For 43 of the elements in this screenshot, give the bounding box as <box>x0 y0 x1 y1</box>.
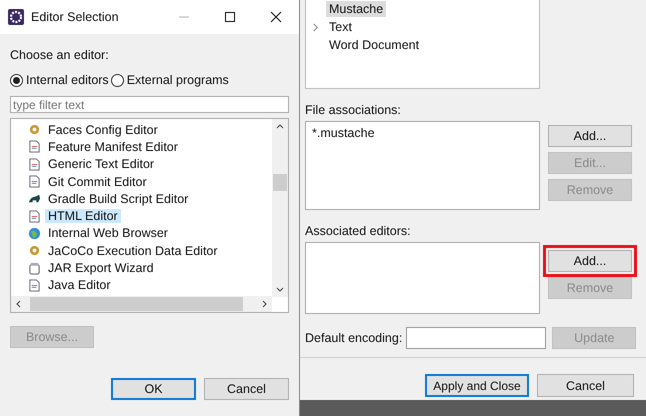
associated-editors-label: Associated editors: <box>305 224 412 238</box>
radio-option[interactable]: External programs <box>110 73 229 87</box>
editor-item[interactable]: JAR Export Wizard <box>45 261 157 276</box>
editor-item[interactable]: Generic Text Editor <box>45 157 158 172</box>
document-icon <box>28 278 41 292</box>
maximize-icon[interactable] <box>224 11 236 23</box>
prompt-label: Choose an editor: <box>10 48 110 62</box>
window-title: Editor Selection <box>31 10 120 24</box>
content-type-item[interactable]: Word Document <box>326 37 422 53</box>
content-type-item[interactable]: Text <box>326 19 355 35</box>
app-icon <box>8 9 24 25</box>
horizontal-scrollbar[interactable] <box>11 296 272 312</box>
editor-item[interactable]: HTML Editor <box>45 209 121 224</box>
document-icon <box>28 158 41 171</box>
jar-icon <box>28 262 41 275</box>
file-association-button[interactable]: Add... <box>548 125 632 147</box>
file-associations-label: File associations: <box>305 103 402 117</box>
expand-icon[interactable] <box>312 22 319 32</box>
editor-item[interactable]: Feature Manifest Editor <box>45 140 181 154</box>
document-icon <box>28 140 41 154</box>
default-encoding-label: Default encoding: <box>305 331 402 345</box>
filter-field[interactable]: type filter text <box>10 96 289 113</box>
editor-item[interactable]: JaCoCo Execution Data Editor <box>45 244 221 258</box>
editor-item[interactable]: Faces Config Editor <box>45 122 161 137</box>
content-type-item[interactable]: Mustache <box>326 1 386 17</box>
file-association-item[interactable]: *.mustache <box>312 126 533 140</box>
vertical-scrollbar[interactable] <box>272 119 288 297</box>
encoding-field[interactable] <box>406 327 546 349</box>
document-icon <box>28 175 41 188</box>
editor-item[interactable]: Internal Web Browser <box>45 226 171 240</box>
scroll-thumb[interactable] <box>273 174 287 191</box>
dialog-button[interactable]: OK <box>111 378 196 400</box>
document-icon <box>28 210 41 223</box>
editor-item[interactable]: Git Commit Editor <box>45 174 150 189</box>
footer-button[interactable]: Apply and Close <box>425 374 529 397</box>
footer-button[interactable]: Cancel <box>537 374 634 397</box>
radio-option[interactable]: Internal editors <box>10 73 109 87</box>
close-icon[interactable] <box>270 11 282 23</box>
editor-item[interactable]: Java Editor <box>45 278 114 292</box>
globe-icon <box>28 226 41 240</box>
editor-item[interactable]: Gradle Build Script Editor <box>45 192 192 206</box>
dialog-button[interactable]: Cancel <box>204 378 289 400</box>
scroll-thumb[interactable] <box>30 297 243 311</box>
